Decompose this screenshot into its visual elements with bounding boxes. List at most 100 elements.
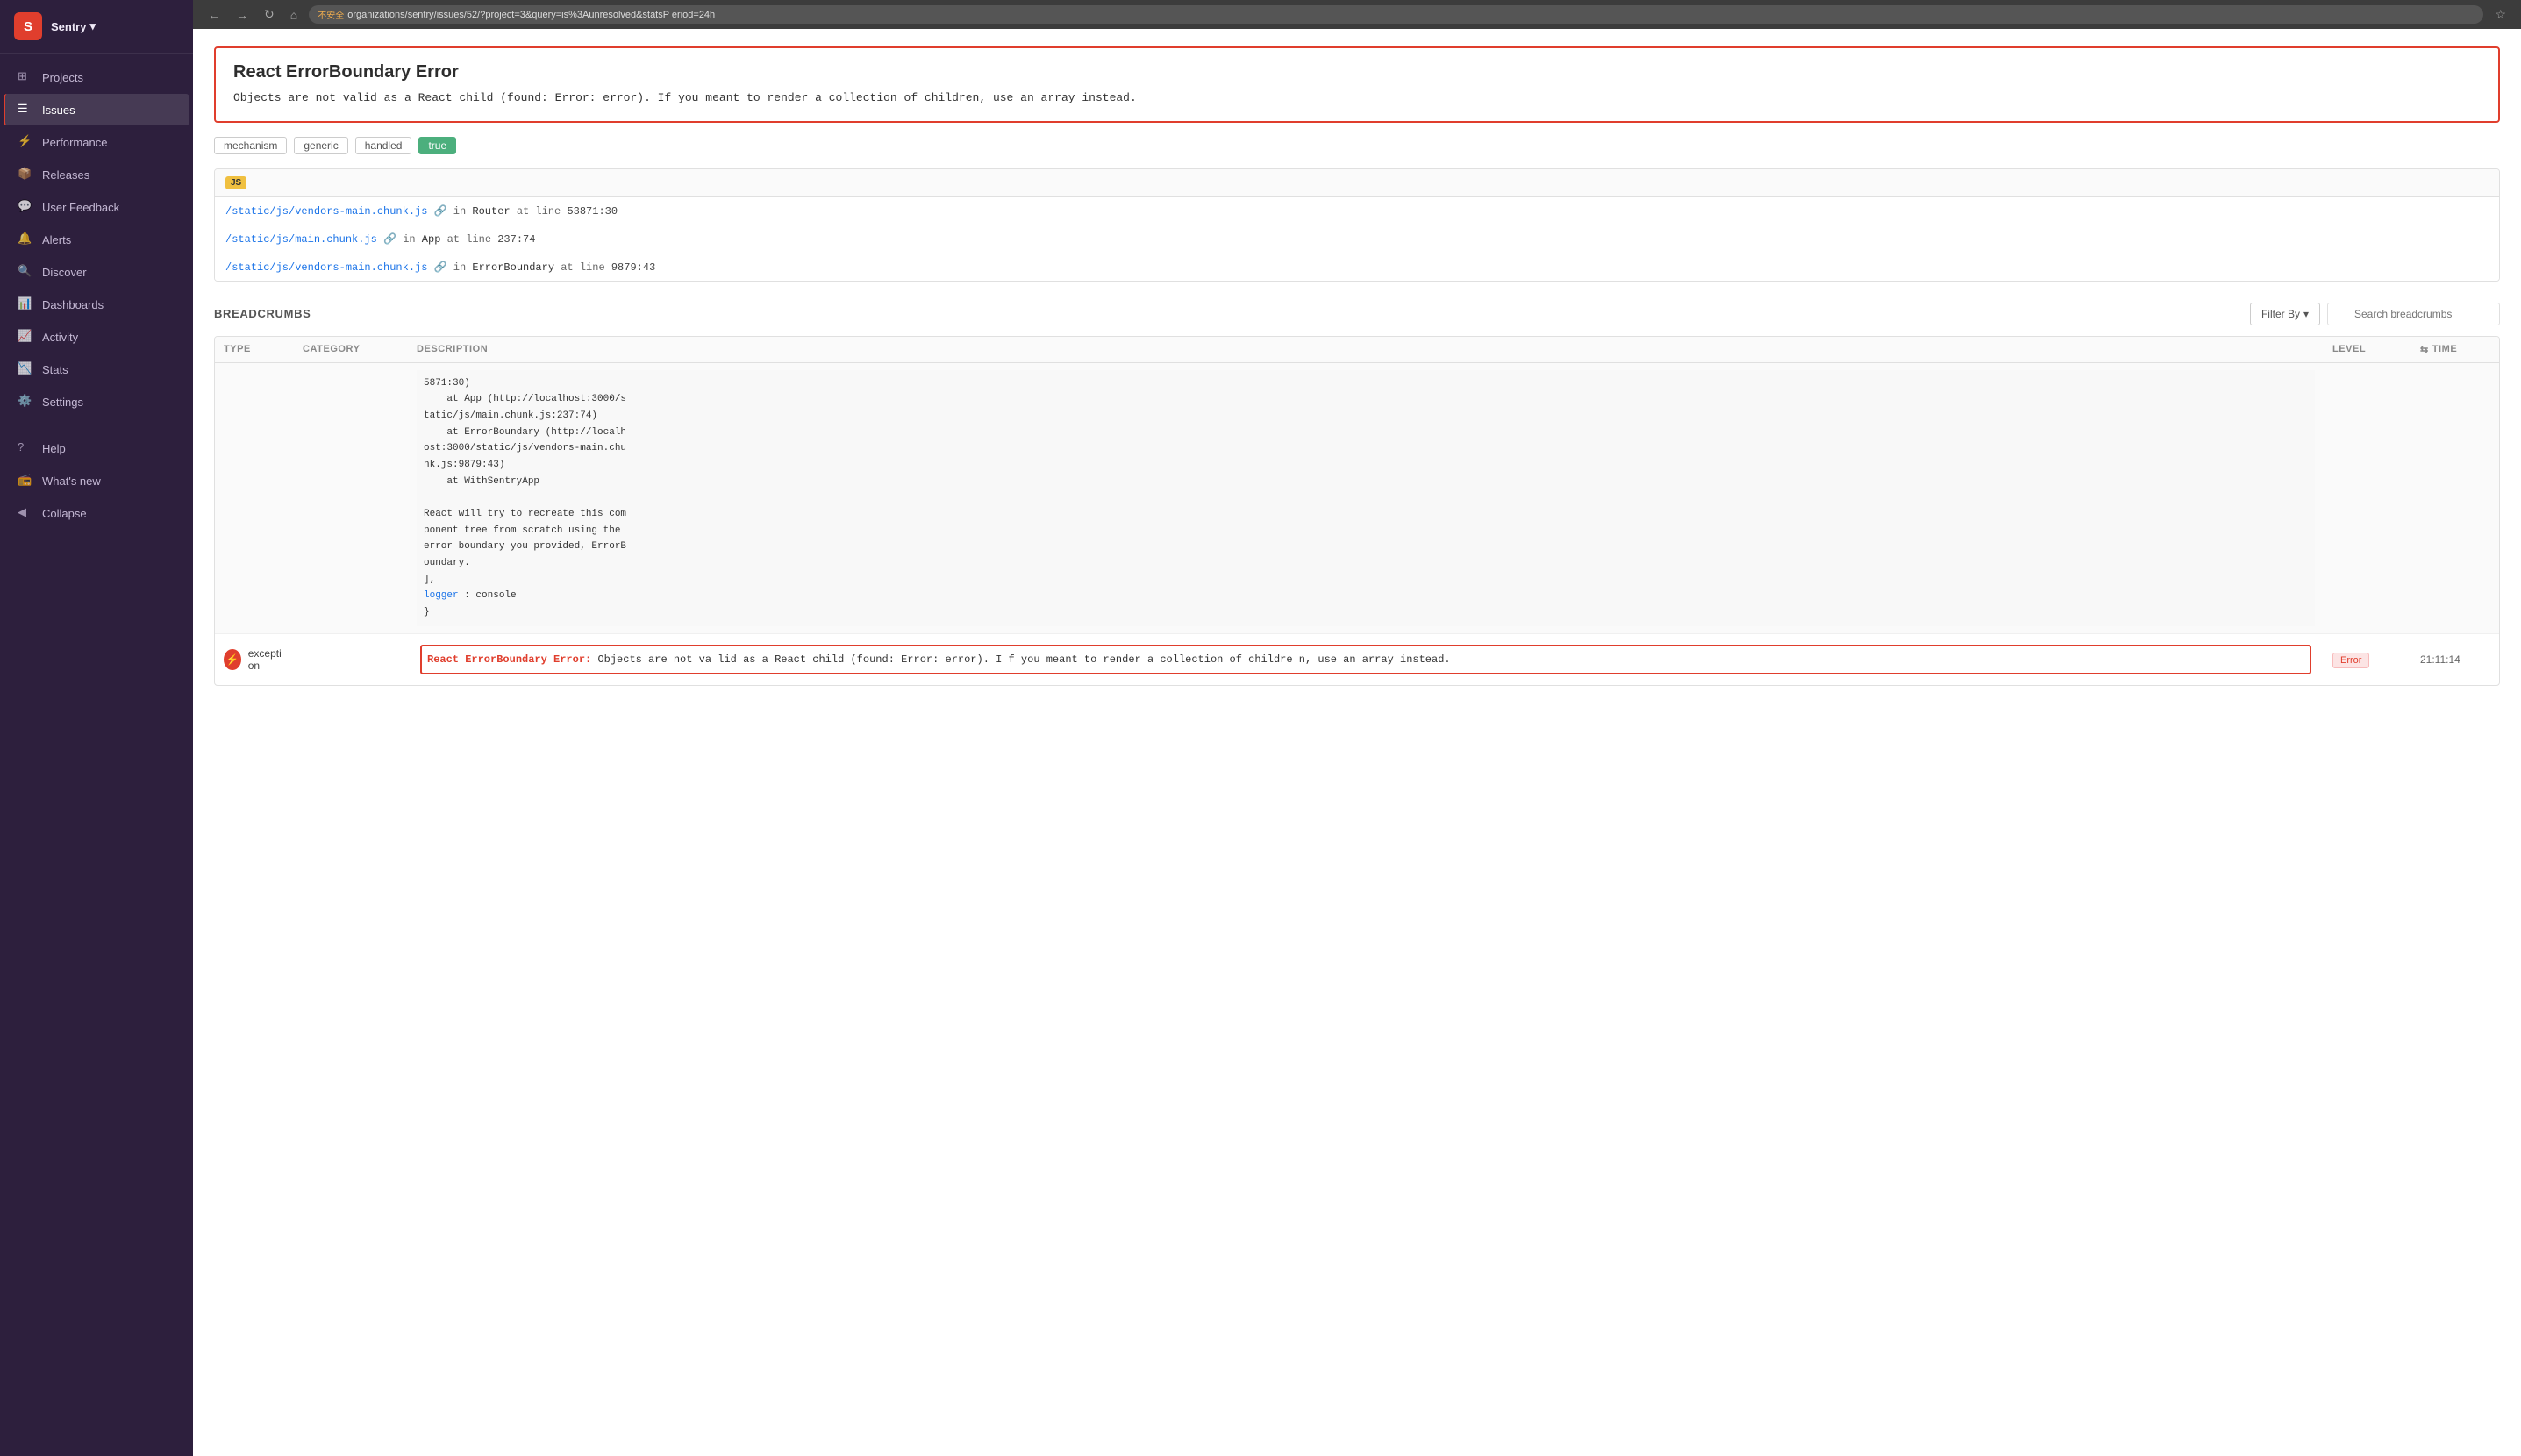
sidebar-item-label: Settings <box>42 396 83 409</box>
stats-icon: 📉 <box>18 361 33 377</box>
sidebar-item-label: Collapse <box>42 507 87 520</box>
stack-header: JS <box>215 169 2499 197</box>
sidebar: S Sentry ▾ ⊞ Projects ☰ Issues ⚡ Performance 📦… <box>0 0 193 1456</box>
sidebar-item-label: Discover <box>42 266 87 279</box>
activity-icon: 📈 <box>18 329 33 345</box>
stack-frame-2: /static/js/vendors-main.chunk.js 🔗 in Er… <box>215 253 2499 281</box>
sidebar-header: S Sentry ▾ <box>0 0 193 54</box>
sidebar-item-label: Performance <box>42 136 107 149</box>
type-cell <box>215 363 294 377</box>
category-cell <box>294 363 408 377</box>
table-header: TYPE CATEGORY DESCRIPTION LEVEL ⇆ TIME <box>215 337 2499 363</box>
breadcrumbs-title: BREADCRUMBS <box>214 307 311 320</box>
exception-title: React ErrorBoundary Error: <box>427 653 591 666</box>
error-message: Objects are not valid as a React child (… <box>233 89 2481 107</box>
description-cell-code: 5871:30) at App (http://localhost:3000/s… <box>408 363 2324 633</box>
sidebar-item-stats[interactable]: 📉 Stats <box>4 353 189 385</box>
bookmark-button[interactable]: ☆ <box>2490 5 2510 24</box>
exception-row: ⚡ exception React ErrorBoundary Error: O… <box>215 634 2499 685</box>
page-content: React ErrorBoundary Error Objects are no… <box>193 29 2521 1456</box>
tag-handled[interactable]: handled <box>355 137 412 154</box>
tag-generic[interactable]: generic <box>294 137 347 154</box>
breadcrumbs-header: BREADCRUMBS Filter By ▾ 🔍 <box>214 303 2500 325</box>
error-title-box: React ErrorBoundary Error Objects are no… <box>214 46 2500 123</box>
back-button[interactable]: ← <box>204 6 225 24</box>
sidebar-item-whats-new[interactable]: 📻 What's new <box>4 465 189 496</box>
sidebar-item-label: Stats <box>42 363 68 376</box>
table-row: 5871:30) at App (http://localhost:3000/s… <box>215 363 2499 634</box>
stack-frame-1: /static/js/main.chunk.js 🔗 in App at lin… <box>215 225 2499 253</box>
sidebar-nav: ⊞ Projects ☰ Issues ⚡ Performance 📦Releases 💬 Us… <box>0 54 193 1456</box>
projects-icon: ⊞ <box>18 69 33 85</box>
table-body: 5871:30) at App (http://localhost:3000/s… <box>215 363 2499 685</box>
stack-file-0: /static/js/vendors-main.chunk.js <box>225 205 427 218</box>
exc-category-cell <box>294 653 408 667</box>
level-cell <box>2324 363 2411 377</box>
sidebar-item-label: User Feedback <box>42 201 119 214</box>
sidebar-item-projects[interactable]: ⊞ Projects <box>4 61 189 93</box>
security-warning: 不安全 <box>318 8 344 21</box>
browser-bar: ← → ↻ ⌂ 不安全 organizations/sentry/issues/… <box>193 0 2521 29</box>
sidebar-item-label: Projects <box>42 71 83 84</box>
filter-by-button[interactable]: Filter By ▾ <box>2250 303 2320 325</box>
exc-description-cell: React ErrorBoundary Error: Objects are n… <box>408 634 2324 685</box>
tags-row: mechanism generic handled true <box>214 137 2500 154</box>
alerts-icon: 🔔 <box>18 232 33 247</box>
issues-icon: ☰ <box>18 102 33 118</box>
breadcrumbs-table: TYPE CATEGORY DESCRIPTION LEVEL ⇆ TIME 5… <box>214 336 2500 686</box>
filter-row: Filter By ▾ 🔍 <box>2250 303 2500 325</box>
home-button[interactable]: ⌂ <box>286 6 302 24</box>
sidebar-item-label: Dashboards <box>42 298 104 311</box>
stack-frame-0: /static/js/vendors-main.chunk.js 🔗 in Ro… <box>215 197 2499 225</box>
sidebar-item-performance[interactable]: ⚡ Performance <box>4 126 189 158</box>
whats-new-icon: 📻 <box>18 473 33 489</box>
exception-message: Objects are not va lid as a React child … <box>597 653 1450 666</box>
col-level: LEVEL <box>2324 337 2411 362</box>
col-description: DESCRIPTION <box>408 337 2324 362</box>
exception-icon: ⚡ <box>224 649 241 670</box>
search-wrapper: 🔍 <box>2327 303 2500 325</box>
sidebar-item-user-feedback[interactable]: 💬 User Feedback <box>4 191 189 223</box>
exception-message-box: React ErrorBoundary Error: Objects are n… <box>420 645 2311 674</box>
main-content: ← → ↻ ⌂ 不安全 organizations/sentry/issues/… <box>193 0 2521 1456</box>
logger-key: logger <box>424 590 459 601</box>
org-logo: S <box>14 12 42 40</box>
sidebar-item-releases[interactable]: 📦Releases <box>4 159 189 190</box>
dashboards-icon: 📊 <box>18 296 33 312</box>
exc-type-cell: ⚡ exception <box>215 640 294 679</box>
sidebar-item-label: Issues <box>42 103 75 117</box>
sidebar-item-label: Help <box>42 442 66 455</box>
releases-icon: 📦 <box>18 167 33 182</box>
col-time: ⇆ TIME <box>2411 337 2499 362</box>
refresh-button[interactable]: ↻ <box>260 5 279 24</box>
code-block: 5871:30) at App (http://localhost:3000/s… <box>417 370 2315 626</box>
url-bar: 不安全 organizations/sentry/issues/52/?proj… <box>309 5 2483 24</box>
collapse-icon: ◀ <box>18 505 33 521</box>
tag-mechanism[interactable]: mechanism <box>214 137 287 154</box>
time-cell <box>2411 363 2499 377</box>
help-icon: ? <box>18 440 33 456</box>
breadcrumbs-search[interactable] <box>2327 303 2500 325</box>
sidebar-item-collapse[interactable]: ◀ Collapse <box>4 497 189 529</box>
sidebar-item-activity[interactable]: 📈 Activity <box>4 321 189 353</box>
col-type: TYPE <box>215 337 294 362</box>
sidebar-item-label: Activity <box>42 331 78 344</box>
sidebar-item-discover[interactable]: 🔍Discover <box>4 256 189 288</box>
sidebar-item-label: What's new <box>42 475 101 488</box>
error-level-badge: Error <box>2332 653 2369 668</box>
performance-icon: ⚡ <box>18 134 33 150</box>
sidebar-item-issues[interactable]: ☰ Issues <box>4 94 189 125</box>
exc-level-cell: Error <box>2324 646 2411 673</box>
sidebar-item-settings[interactable]: ⚙️Settings <box>4 386 189 418</box>
tag-true[interactable]: true <box>418 137 456 154</box>
sidebar-item-alerts[interactable]: 🔔Alerts <box>4 224 189 255</box>
col-category: CATEGORY <box>294 337 408 362</box>
org-name[interactable]: Sentry ▾ <box>51 19 96 33</box>
url-text: organizations/sentry/issues/52/?project=… <box>347 10 715 20</box>
error-title: React ErrorBoundary Error <box>233 62 2481 82</box>
sidebar-item-help[interactable]: ? Help <box>4 432 189 464</box>
user-feedback-icon: 💬 <box>18 199 33 215</box>
forward-button[interactable]: → <box>232 6 253 24</box>
sidebar-item-dashboards[interactable]: 📊 Dashboards <box>4 289 189 320</box>
js-badge: JS <box>225 176 246 189</box>
